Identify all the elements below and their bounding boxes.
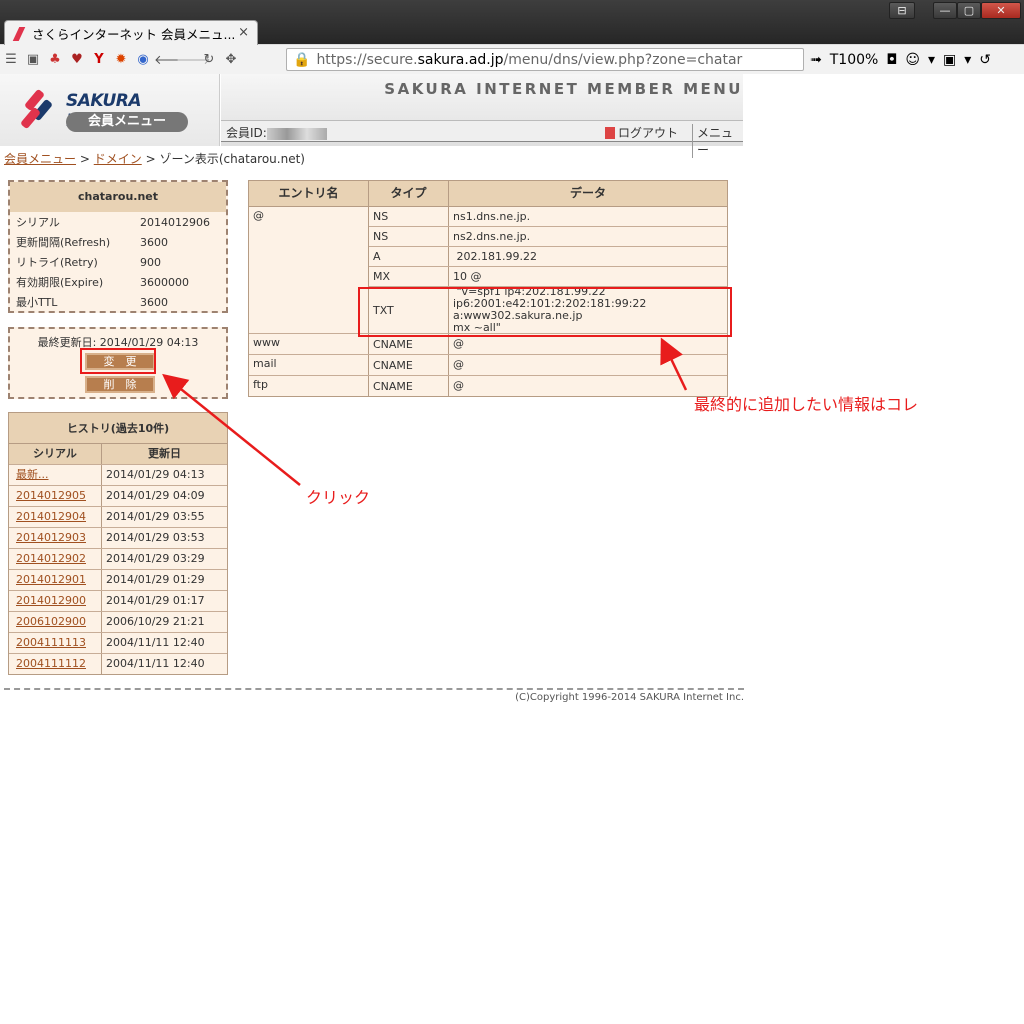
click-arrow — [162, 373, 301, 486]
txt-arrow — [660, 337, 688, 391]
annotation-arrows — [162, 337, 688, 486]
